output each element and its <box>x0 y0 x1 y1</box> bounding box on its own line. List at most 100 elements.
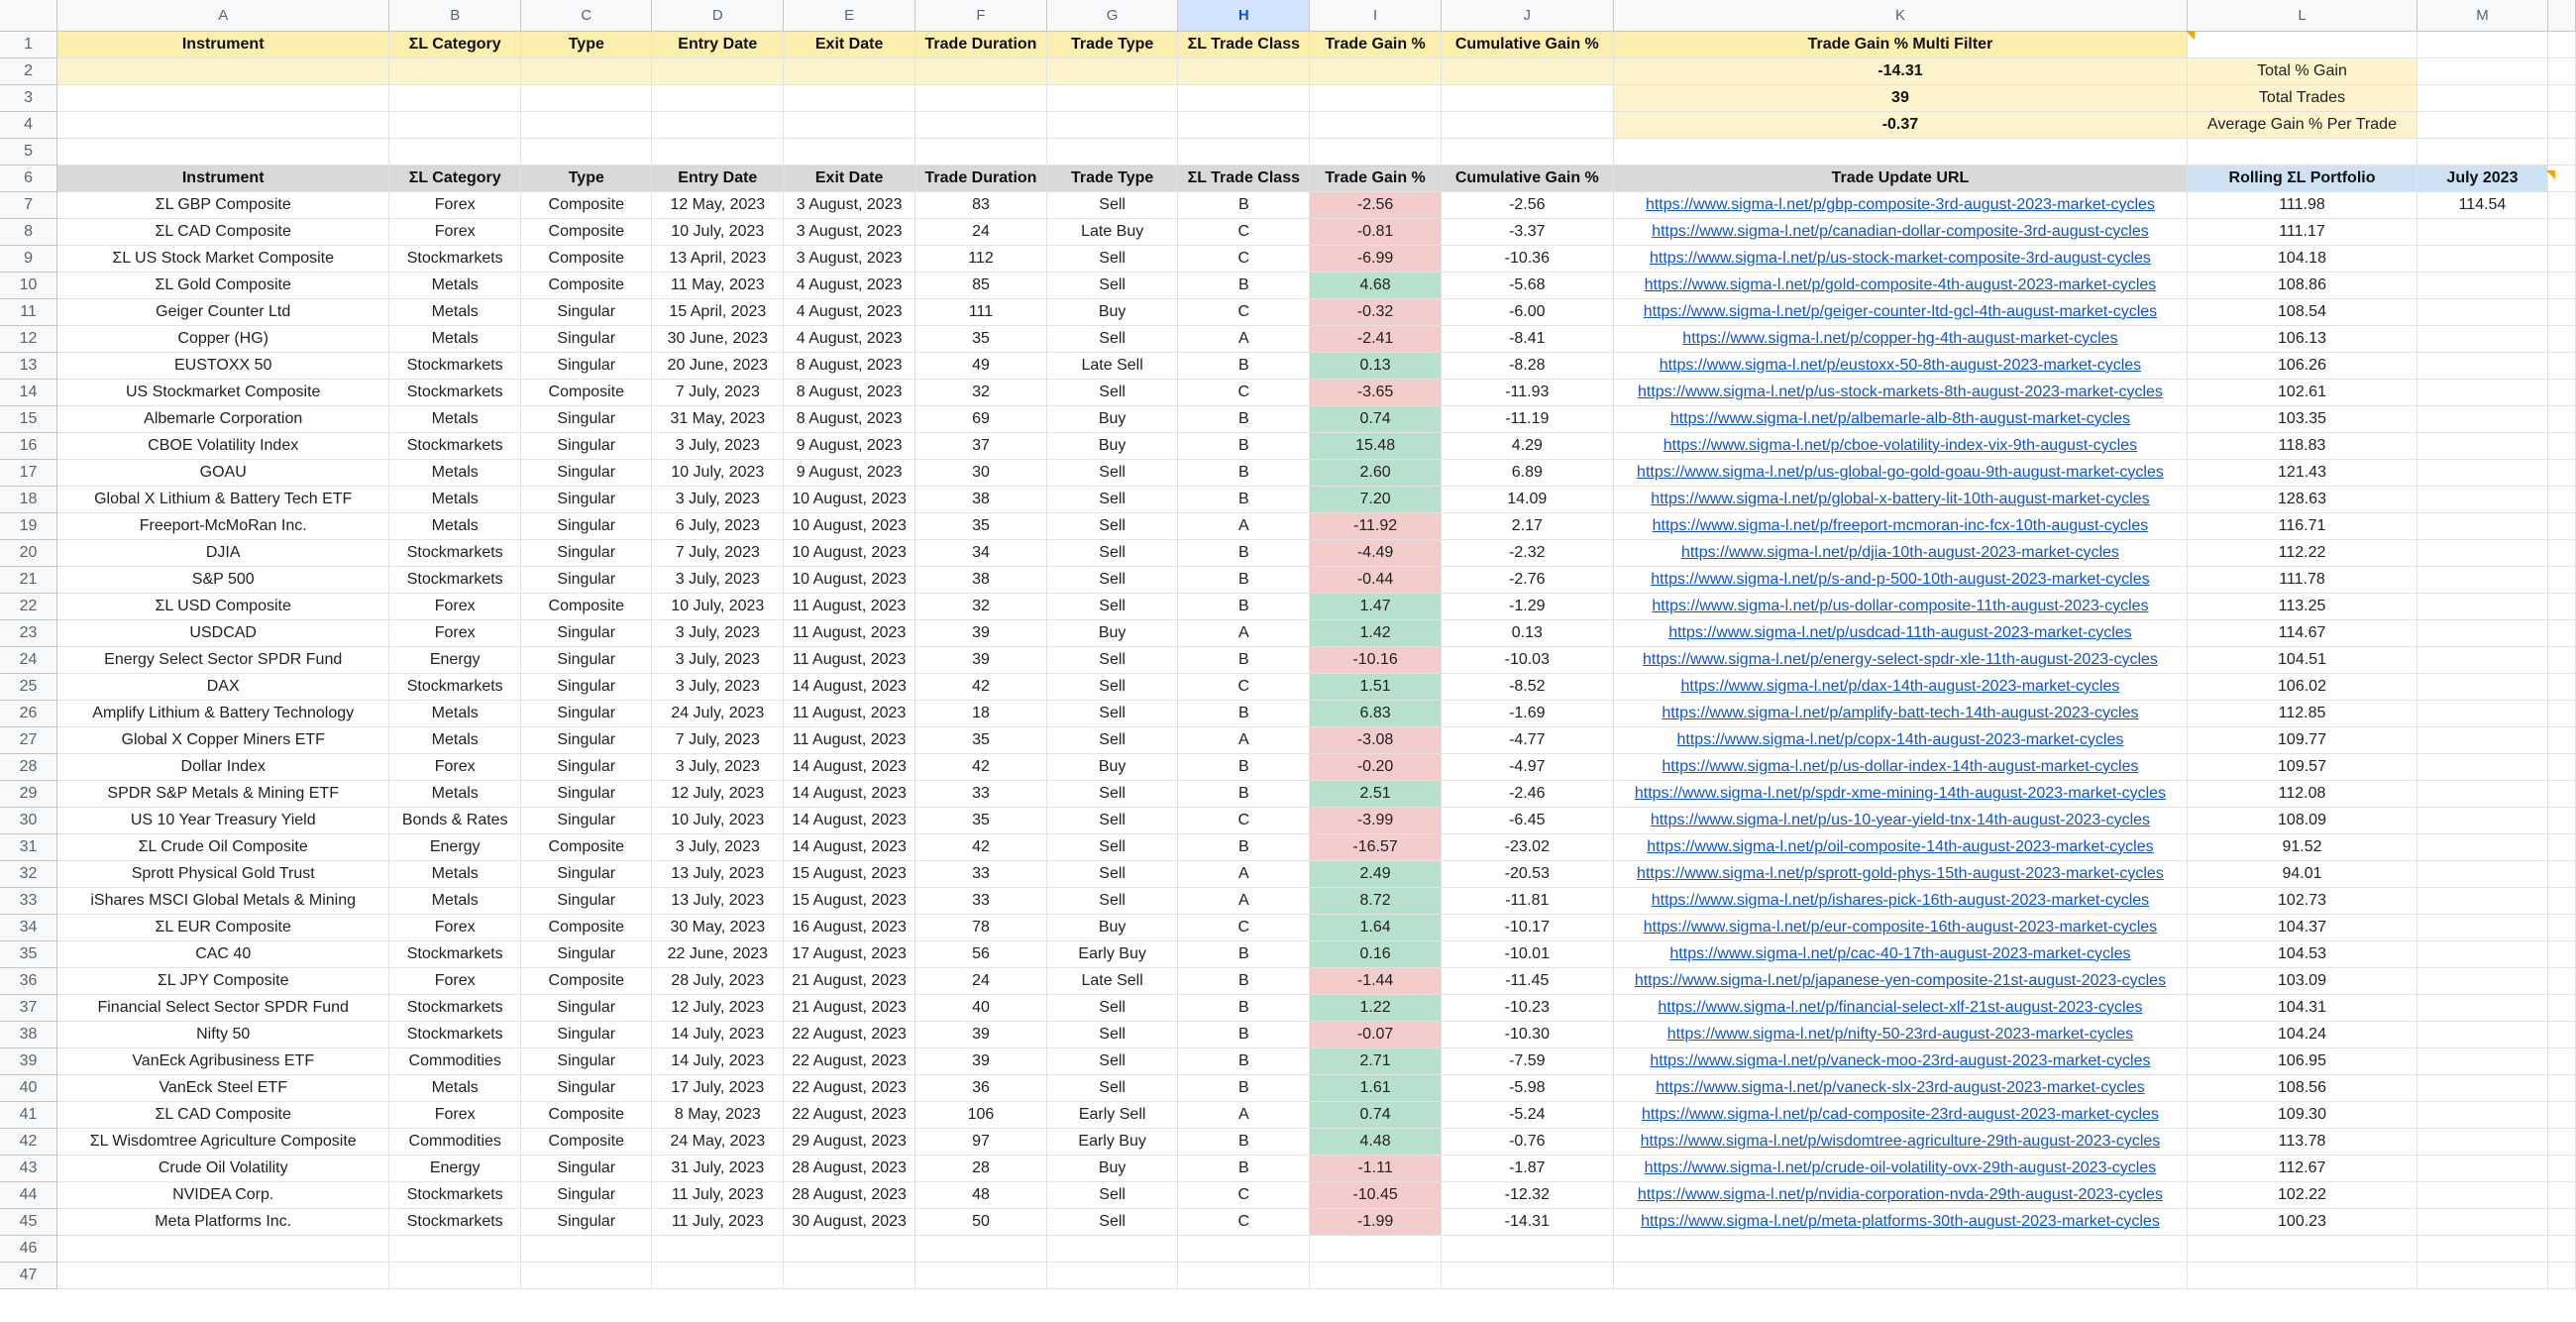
cell[interactable] <box>2547 940 2576 968</box>
cell[interactable] <box>2416 111 2549 139</box>
type-cell[interactable]: Singular <box>520 673 653 701</box>
category-cell[interactable]: Metals <box>388 272 522 299</box>
trade-gain-cell[interactable]: -6.99 <box>1309 245 1442 273</box>
trade-class-cell[interactable]: C <box>1177 673 1311 701</box>
trade-url-link[interactable]: https://www.sigma-l.net/p/dax-14th-augus… <box>1613 673 2189 701</box>
category-cell[interactable]: Forex <box>388 753 522 781</box>
portfolio-cell[interactable]: 100.23 <box>2187 1208 2417 1236</box>
portfolio-cell[interactable]: 104.51 <box>2187 646 2417 674</box>
type-cell[interactable]: Singular <box>520 352 653 380</box>
duration-cell[interactable]: 18 <box>914 700 1047 727</box>
entry-date-cell[interactable]: 13 July, 2023 <box>651 887 785 915</box>
july-cell[interactable] <box>2416 619 2549 647</box>
row-header[interactable]: 20 <box>0 539 58 567</box>
trade-url-link[interactable]: https://www.sigma-l.net/p/freeport-mcmor… <box>1613 512 2189 540</box>
cumulative-gain-cell[interactable]: -11.45 <box>1441 967 1614 995</box>
cell[interactable] <box>2547 833 2576 861</box>
july-cell[interactable] <box>2416 1021 2549 1048</box>
july-cell[interactable] <box>2416 325 2549 353</box>
cell[interactable] <box>914 84 1047 112</box>
row-header[interactable]: 19 <box>0 512 58 540</box>
category-cell[interactable]: Stockmarkets <box>388 432 522 460</box>
portfolio-cell[interactable]: 111.98 <box>2187 191 2417 219</box>
trade-class-cell[interactable]: C <box>1177 298 1311 326</box>
row-header[interactable]: 8 <box>0 218 58 246</box>
cumulative-gain-cell[interactable]: -6.45 <box>1441 807 1614 834</box>
duration-cell[interactable]: 30 <box>914 459 1047 487</box>
duration-cell[interactable]: 35 <box>914 512 1047 540</box>
portfolio-cell[interactable]: 102.73 <box>2187 887 2417 915</box>
entry-date-cell[interactable]: 14 July, 2023 <box>651 1021 785 1048</box>
row-header[interactable]: 32 <box>0 860 58 888</box>
trade-gain-cell[interactable]: 1.51 <box>1309 673 1442 701</box>
instrument-cell[interactable]: Sprott Physical Gold Trust <box>56 860 390 888</box>
trade-gain-cell[interactable]: 1.64 <box>1309 914 1442 941</box>
cell[interactable] <box>2547 807 2576 834</box>
category-cell[interactable]: Forex <box>388 191 522 219</box>
instrument-cell[interactable]: Albemarle Corporation <box>56 405 390 433</box>
trade-class-cell[interactable]: A <box>1177 860 1311 888</box>
cell[interactable] <box>56 57 390 85</box>
trade-class-cell[interactable]: A <box>1177 726 1311 754</box>
entry-date-cell[interactable]: 30 June, 2023 <box>651 325 785 353</box>
trade-url-link[interactable]: https://www.sigma-l.net/p/vaneck-moo-23r… <box>1613 1047 2189 1075</box>
trade-type-cell[interactable]: Buy <box>1046 914 1179 941</box>
trade-url-link[interactable]: https://www.sigma-l.net/p/ishares-pick-1… <box>1613 887 2189 915</box>
entry-date-cell[interactable]: 20 June, 2023 <box>651 352 785 380</box>
duration-cell[interactable]: 39 <box>914 646 1047 674</box>
stat-value[interactable]: -0.37 <box>1613 111 2189 139</box>
cell[interactable] <box>2547 298 2576 326</box>
july-cell[interactable] <box>2416 940 2549 968</box>
cumulative-gain-cell[interactable]: -11.19 <box>1441 405 1614 433</box>
cell[interactable] <box>1177 1235 1311 1263</box>
portfolio-cell[interactable]: 106.26 <box>2187 352 2417 380</box>
trade-url-link[interactable]: https://www.sigma-l.net/p/nifty-50-23rd-… <box>1613 1021 2189 1048</box>
trade-url-link[interactable]: https://www.sigma-l.net/p/gbp-composite-… <box>1613 191 2189 219</box>
exit-date-cell[interactable]: 11 August, 2023 <box>783 646 916 674</box>
cell[interactable] <box>2547 967 2576 995</box>
july-cell[interactable]: 114.54 <box>2416 191 2549 219</box>
category-cell[interactable]: Metals <box>388 1074 522 1102</box>
cell[interactable] <box>388 84 522 112</box>
trade-type-cell[interactable]: Sell <box>1046 807 1179 834</box>
entry-date-cell[interactable]: 31 May, 2023 <box>651 405 785 433</box>
trade-gain-cell[interactable]: -3.99 <box>1309 807 1442 834</box>
portfolio-cell[interactable]: 111.17 <box>2187 218 2417 246</box>
category-cell[interactable]: Stockmarkets <box>388 994 522 1022</box>
duration-cell[interactable]: 39 <box>914 1047 1047 1075</box>
entry-date-cell[interactable]: 14 July, 2023 <box>651 1047 785 1075</box>
trade-gain-cell[interactable]: -4.49 <box>1309 539 1442 567</box>
type-cell[interactable]: Singular <box>520 860 653 888</box>
duration-cell[interactable]: 36 <box>914 1074 1047 1102</box>
entry-date-cell[interactable]: 6 July, 2023 <box>651 512 785 540</box>
portfolio-cell[interactable]: 109.30 <box>2187 1101 2417 1129</box>
entry-date-cell[interactable]: 10 July, 2023 <box>651 807 785 834</box>
category-cell[interactable]: Commodities <box>388 1128 522 1156</box>
cumulative-gain-cell[interactable]: -8.28 <box>1441 352 1614 380</box>
trade-url-link[interactable]: https://www.sigma-l.net/p/financial-sele… <box>1613 994 2189 1022</box>
trade-type-cell[interactable]: Sell <box>1046 566 1179 594</box>
trade-gain-cell[interactable]: -0.20 <box>1309 753 1442 781</box>
entry-date-cell[interactable]: 8 May, 2023 <box>651 1101 785 1129</box>
cell[interactable] <box>2547 1074 2576 1102</box>
trade-type-cell[interactable]: Sell <box>1046 1208 1179 1236</box>
row-header[interactable]: 34 <box>0 914 58 941</box>
trade-type-cell[interactable]: Late Sell <box>1046 967 1179 995</box>
category-cell[interactable]: Forex <box>388 1101 522 1129</box>
july-cell[interactable] <box>2416 432 2549 460</box>
cell[interactable] <box>651 138 785 165</box>
table-header-cell[interactable]: Instrument <box>56 165 390 192</box>
type-cell[interactable]: Singular <box>520 566 653 594</box>
row-header[interactable]: 18 <box>0 486 58 513</box>
cell[interactable] <box>56 1262 390 1289</box>
duration-cell[interactable]: 35 <box>914 726 1047 754</box>
cumulative-gain-cell[interactable]: -23.02 <box>1441 833 1614 861</box>
july-cell[interactable] <box>2416 1128 2549 1156</box>
cell[interactable] <box>2547 753 2576 781</box>
trade-class-cell[interactable]: B <box>1177 486 1311 513</box>
cell[interactable] <box>2547 486 2576 513</box>
cell[interactable] <box>388 138 522 165</box>
duration-cell[interactable]: 83 <box>914 191 1047 219</box>
cell[interactable] <box>1309 1262 1442 1289</box>
trade-gain-cell[interactable]: 15.48 <box>1309 432 1442 460</box>
